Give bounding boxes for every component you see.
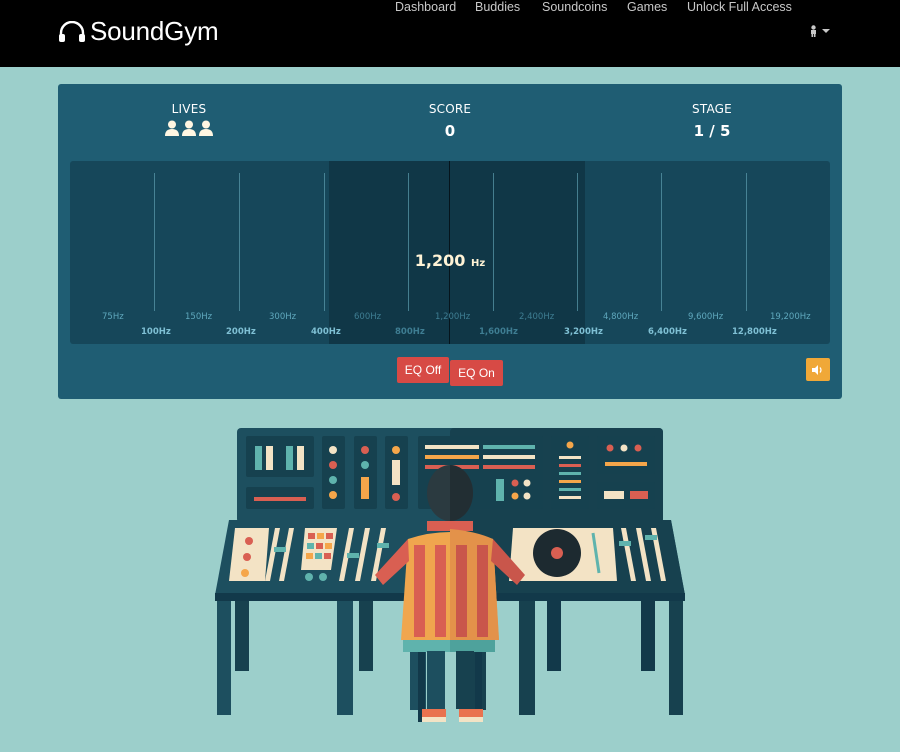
stage-label: STAGE [692, 102, 732, 116]
freq-label-upper: 600Hz [354, 312, 382, 322]
soundgym-logo[interactable]: SoundGym [58, 16, 219, 47]
eq-off-button[interactable]: EQ Off [397, 357, 449, 383]
sound-toggle-button[interactable] [806, 358, 830, 381]
freq-label-upper: 300Hz [269, 312, 297, 322]
stage-stat: STAGE 1 / 5 [632, 102, 792, 140]
top-navbar: SoundGym Dashboard Buddies Soundcoins Ga… [0, 0, 900, 67]
life-icon [165, 120, 179, 136]
app-name: SoundGym [90, 16, 219, 46]
freq-label-upper: 4,800Hz [603, 312, 639, 322]
user-menu-dropdown[interactable] [809, 25, 830, 37]
stage-value: 1 / 5 [693, 122, 731, 140]
freq-label-lower: 800Hz [395, 327, 425, 337]
current-frequency: 1,200 Hz [410, 251, 490, 270]
grid-line [324, 173, 325, 311]
nav-unlock-full-access[interactable]: Unlock Full Access [687, 0, 792, 14]
freq-label-upper: 2,400Hz [519, 312, 555, 322]
nav-dashboard[interactable]: Dashboard [395, 0, 456, 14]
grid-line [408, 173, 409, 311]
lives-stat: LIVES [109, 102, 269, 136]
lives-label: LIVES [171, 102, 207, 116]
speaker-icon [812, 364, 822, 375]
freq-label-lower: 3,200Hz [564, 327, 603, 337]
user-icon [811, 25, 816, 37]
lives-icons [109, 120, 269, 136]
current-frequency-unit: Hz [470, 258, 486, 269]
current-frequency-value: 1,200 [414, 251, 466, 270]
freq-label-lower: 6,400Hz [648, 327, 687, 337]
nav-games[interactable]: Games [627, 0, 667, 14]
freq-label-lower: 100Hz [141, 327, 171, 337]
nav-buddies[interactable]: Buddies [475, 0, 520, 14]
grid-line [661, 173, 662, 311]
score-stat: SCORE 0 [370, 102, 530, 140]
grid-line [239, 173, 240, 311]
freq-label-lower: 1,600Hz [479, 327, 518, 337]
eq-on-button[interactable]: EQ On [450, 360, 503, 386]
grid-line [493, 173, 494, 311]
freq-label-lower: 400Hz [311, 327, 341, 337]
grid-line [154, 173, 155, 311]
nav-soundcoins[interactable]: Soundcoins [542, 0, 607, 14]
game-panel: LIVES SCORE 0 STAGE 1 / 5 1,200 Hz 75Hz … [58, 84, 842, 399]
headphones-icon [59, 20, 85, 42]
grid-line [746, 173, 747, 311]
score-label: SCORE [428, 102, 472, 116]
freq-label-lower: 200Hz [226, 327, 256, 337]
frequency-spectrum[interactable]: 1,200 Hz 75Hz 150Hz 300Hz 600Hz 1,200Hz … [70, 161, 830, 344]
grid-line [577, 173, 578, 311]
life-icon [199, 120, 213, 136]
score-value: 0 [444, 122, 456, 140]
freq-label-upper: 19,200Hz [770, 312, 811, 322]
freq-label-upper: 9,600Hz [688, 312, 724, 322]
freq-label-upper: 1,200Hz [435, 312, 471, 322]
freq-label-lower: 12,800Hz [732, 327, 777, 337]
mixing-console-illustration [215, 428, 685, 722]
caret-down-icon [822, 29, 830, 33]
freq-label-upper: 150Hz [185, 312, 213, 322]
life-icon [182, 120, 196, 136]
freq-label-upper: 75Hz [102, 312, 124, 322]
